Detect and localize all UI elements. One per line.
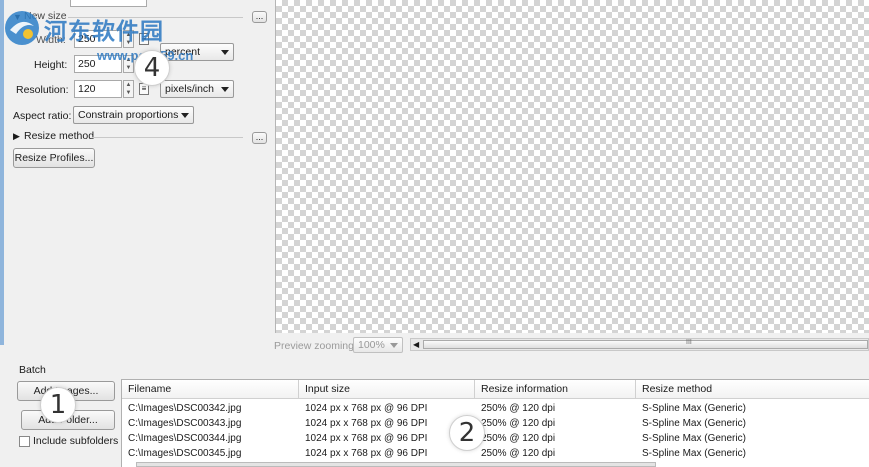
chevron-down-icon: [221, 50, 229, 55]
resolution-spinner[interactable]: ▲ ▼: [123, 80, 134, 98]
resolution-label: Resolution:: [16, 84, 69, 96]
chevron-down-icon: [221, 87, 229, 92]
aspect-ratio-select[interactable]: Constrain proportions: [73, 106, 194, 124]
cell-resize-information: 250% @ 120 dpi: [481, 448, 556, 459]
table-row[interactable]: C:\Images\DSC00345.jpg 1024 px x 768 px …: [122, 446, 869, 461]
cell-filename: C:\Images\DSC00342.jpg: [128, 403, 242, 414]
preview-zoom-label: Preview zooming:: [274, 340, 357, 352]
cell-input-size: 1024 px x 768 px @ 96 DPI: [305, 448, 428, 459]
callout-4: 4: [134, 50, 170, 86]
column-header-input-size[interactable]: Input size: [299, 380, 475, 399]
table-row[interactable]: C:\Images\DSC00342.jpg 1024 px x 768 px …: [122, 401, 869, 416]
column-header-resize-method[interactable]: Resize method: [636, 380, 869, 399]
panel-accent: [0, 0, 4, 345]
aspect-ratio-label: Aspect ratio:: [13, 110, 72, 122]
table-row[interactable]: C:\Images\DSC00344.jpg 1024 px x 768 px …: [122, 431, 869, 446]
batch-title: Batch: [19, 364, 46, 376]
cell-filename: C:\Images\DSC00344.jpg: [128, 433, 242, 444]
preview-zoom-value: 100%: [358, 339, 385, 351]
resize-profiles-button[interactable]: Resize Profiles...: [13, 148, 95, 168]
resize-method-label: Resize method: [24, 130, 95, 142]
watermark-logo: [2, 8, 42, 48]
horizontal-scrollbar[interactable]: ◀ III: [410, 338, 869, 351]
resolution-input[interactable]: 120: [74, 80, 122, 98]
batch-table: Filename Input size Resize information R…: [121, 379, 869, 467]
preview-toolbar: Preview zooming: 100% ◀ III: [270, 333, 869, 357]
watermark-name: 河东软件园: [44, 19, 164, 45]
cell-resize-information: 250% @ 120 dpi: [481, 433, 556, 444]
table-horizontal-scrollbar[interactable]: [136, 462, 656, 467]
cell-resize-method: S-Spline Max (Generic): [642, 418, 746, 429]
cell-resize-method: S-Spline Max (Generic): [642, 433, 746, 444]
preview-zoom-select[interactable]: 100%: [353, 337, 403, 353]
chevron-down-icon: [181, 113, 189, 118]
cell-resize-method: S-Spline Max (Generic): [642, 448, 746, 459]
resize-method-separator: [92, 137, 243, 138]
cell-resize-information: 250% @ 120 dpi: [481, 403, 556, 414]
include-subfolders-label: Include subfolders: [33, 435, 119, 447]
include-subfolders-checkbox[interactable]: [19, 436, 30, 447]
cell-input-size: 1024 px x 768 px @ 96 DPI: [305, 418, 428, 429]
column-header-resize-information[interactable]: Resize information: [475, 380, 636, 399]
scroll-grip: III: [686, 339, 692, 346]
resolution-unit-select[interactable]: pixels/inch: [160, 80, 234, 98]
preview-canvas[interactable]: [275, 0, 869, 333]
scroll-thumb[interactable]: III: [423, 339, 868, 349]
callout-1: 1: [40, 387, 76, 423]
column-header-filename[interactable]: Filename: [122, 380, 299, 399]
cell-filename: C:\Images\DSC00345.jpg: [128, 448, 242, 459]
cell-resize-information: 250% @ 120 dpi: [481, 418, 556, 429]
table-row[interactable]: C:\Images\DSC00343.jpg 1024 px x 768 px …: [122, 416, 869, 431]
resize-method-more-button[interactable]: ...: [252, 132, 267, 144]
new-size-more-button[interactable]: ...: [252, 11, 267, 23]
scroll-left-icon[interactable]: ◀: [413, 339, 419, 350]
aspect-ratio-value: Constrain proportions: [78, 109, 179, 121]
resolution-unit-value: pixels/inch: [165, 83, 215, 95]
expand-triangle-icon[interactable]: ▶: [13, 131, 20, 142]
callout-2: 2: [449, 415, 485, 451]
cell-input-size: 1024 px x 768 px @ 96 DPI: [305, 433, 428, 444]
cell-resize-method: S-Spline Max (Generic): [642, 403, 746, 414]
height-label: Height:: [34, 59, 68, 71]
cell-filename: C:\Images\DSC00343.jpg: [128, 418, 242, 429]
chevron-down-icon: [390, 343, 398, 348]
top-partial-field: [70, 0, 147, 7]
cell-input-size: 1024 px x 768 px @ 96 DPI: [305, 403, 428, 414]
